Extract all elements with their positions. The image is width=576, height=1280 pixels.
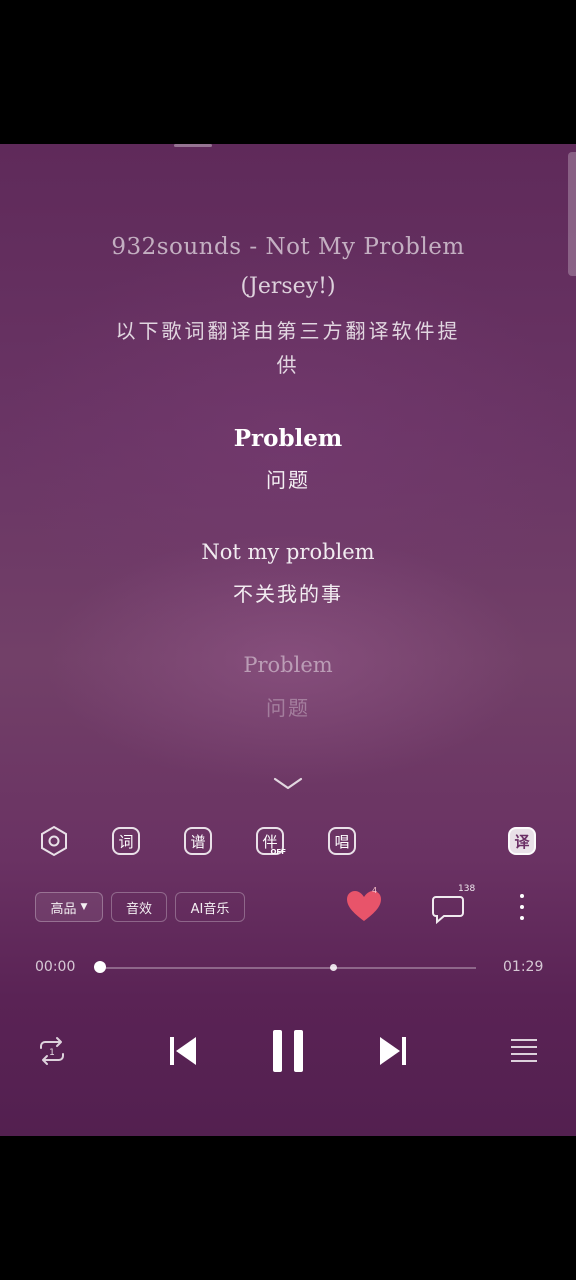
translate-button[interactable]: 译 [505,824,539,858]
lyric-translation-next: 不关我的事 [233,582,343,606]
lyric-line-current[interactable]: Problem [0,425,576,452]
lyric-translation-upcoming: 问题 [266,696,310,720]
settings-button[interactable] [37,824,71,858]
next-track-button[interactable] [376,1033,410,1069]
pull-handle[interactable] [174,144,212,147]
translation-notice: 以下歌词翻译由第三方翻译软件提供 [115,319,461,377]
current-time: 00:00 [35,959,76,975]
like-count: 4 [372,886,378,895]
accompaniment-state: OFF [270,848,286,856]
dot [520,905,524,909]
ai-music-button[interactable]: AI音乐 [175,892,245,922]
score-button[interactable]: 谱 [181,824,215,858]
comment-icon[interactable] [430,892,468,924]
progress-thumb[interactable] [94,961,106,973]
translate-icon: 译 [508,827,536,855]
playlist-button[interactable] [508,1035,540,1065]
accompaniment-button[interactable]: 伴 OFF [253,824,287,858]
skip-next-icon [380,1037,406,1065]
repeat-mode-button[interactable]: 1 [33,1034,71,1068]
accompaniment-icon: 伴 OFF [256,827,286,856]
buffer-marker [330,964,337,971]
sound-effect-button[interactable]: 音效 [111,892,167,922]
sing-button[interactable]: 唱 [325,824,359,858]
karaoke-mic-icon: 唱 [328,827,356,855]
pause-button[interactable] [268,1028,308,1074]
lyrics-icon: 词 [112,827,140,855]
skip-previous-icon [170,1037,196,1065]
player-screen: 932sounds - Not My Problem (Jersey!) 以下歌… [0,144,576,1136]
lyric-line-next[interactable]: Not my problem [0,540,576,564]
lyric-title-line: 932sounds - Not My Problem [111,234,465,260]
repeat-one-icon: 1 [40,1037,64,1065]
lyric-toolbar: 词 谱 伴 OFF 唱 译 [0,824,576,860]
like-heart-icon[interactable] [344,888,384,924]
progress-track[interactable] [100,967,476,969]
music-score-icon: 谱 [184,827,212,855]
svg-text:1: 1 [49,1048,55,1058]
quality-dropdown[interactable]: 高品 ▼ [35,892,103,922]
hexagon-settings-icon [41,825,67,857]
quality-label: 高品 [50,901,77,917]
lyrics-button[interactable]: 词 [109,824,143,858]
pause-icon [273,1030,303,1072]
lyric-title-line-2: (Jersey!) [240,274,336,299]
collapse-chevron-icon[interactable] [272,776,304,792]
lyric-line-upcoming[interactable]: Problem [0,653,576,677]
previous-track-button[interactable] [166,1033,200,1069]
more-options-button[interactable] [512,892,532,922]
caret-down-icon: ▼ [80,902,88,912]
ai-music-label: AI音乐 [190,901,230,917]
total-time: 01:29 [503,959,544,975]
options-row: 高品 ▼ 音效 AI音乐 [0,892,576,926]
comment-count: 138 [458,884,476,894]
playlist-icon [511,1039,537,1062]
dot [520,894,524,898]
sound-effect-label: 音效 [125,901,152,917]
lyric-translation-current: 问题 [266,468,310,492]
dot [520,916,524,920]
